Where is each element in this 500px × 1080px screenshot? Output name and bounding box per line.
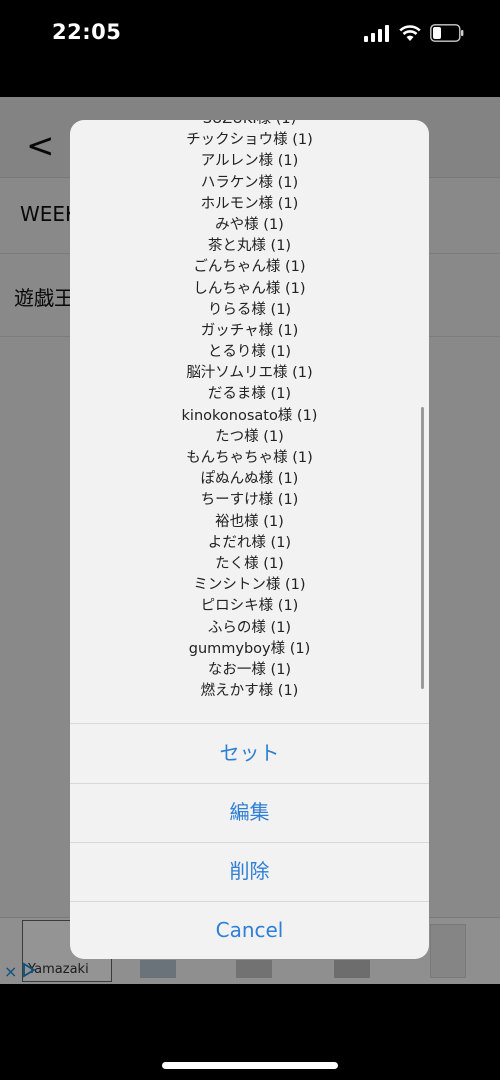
battery-icon	[430, 24, 464, 42]
edit-button[interactable]: 編集	[70, 783, 429, 843]
name-list-item: たく様 (1)	[215, 555, 284, 572]
name-list-item: よだれ様 (1)	[207, 534, 292, 551]
home-indicator[interactable]	[162, 1062, 338, 1069]
name-list-item: ハラケン様 (1)	[200, 174, 299, 191]
name-list-item: たつ様 (1)	[215, 428, 284, 445]
name-list-item: ホルモン様 (1)	[200, 195, 299, 212]
name-list-item: 燃えかす様 (1)	[200, 683, 299, 700]
name-list-item: とるり様 (1)	[207, 344, 292, 361]
status-time: 22:05	[52, 20, 122, 44]
status-bar: 22:05	[0, 0, 500, 70]
name-list-item: 茶と丸様 (1)	[207, 238, 292, 255]
wifi-icon	[399, 25, 421, 41]
name-list-item: ピロシキ様 (1)	[200, 598, 299, 615]
name-list-item: アルレン様 (1)	[200, 153, 299, 170]
name-list-item: もんちゃちゃ様 (1)	[186, 450, 313, 466]
name-list-item: ぽぬんぬ様 (1)	[200, 471, 299, 488]
scroll-indicator[interactable]	[421, 407, 424, 689]
name-list-item: kinokonosato様 (1)	[181, 407, 318, 424]
name-list-item: ミンシトン様 (1)	[193, 577, 306, 594]
delete-button[interactable]: 削除	[70, 842, 429, 902]
name-list-item: チックショウ様 (1)	[186, 132, 313, 149]
name-list-item: なお一様 (1)	[207, 661, 292, 678]
name-list-item: ごんちゃん様 (1)	[193, 259, 306, 276]
set-button[interactable]: セット	[70, 724, 429, 784]
name-list-item: ふらの様 (1)	[207, 619, 292, 636]
name-list-item: ちーすけ様 (1)	[200, 492, 299, 509]
action-sheet: SUZUKI様 (1) チックショウ様 (1) アルレン様 (1) ハラケン様 (1)…	[70, 120, 429, 959]
name-list-item: だるま様 (1)	[207, 386, 292, 403]
name-list-item: ガッチャ様 (1)	[200, 322, 299, 339]
name-list-item: SUZUKI様 (1)	[70, 120, 429, 130]
name-list-item: 脳汁ソムリエ様 (1)	[186, 365, 313, 382]
name-list-item: しんちゃん様 (1)	[193, 280, 306, 297]
name-list-item: りらる様 (1)	[207, 301, 292, 318]
supporter-name-list: SUZUKI様 (1) チックショウ様 (1) アルレン様 (1) ハラケン様 (1)…	[70, 120, 429, 702]
cancel-button[interactable]: Cancel	[70, 901, 429, 959]
action-sheet-message[interactable]: SUZUKI様 (1) チックショウ様 (1) アルレン様 (1) ハラケン様 (1)…	[70, 120, 429, 724]
name-list-item: gummyboy様 (1)	[188, 640, 311, 657]
name-list-item: みや様 (1)	[215, 216, 284, 233]
name-list-item: 裕也様 (1)	[215, 513, 284, 530]
cellular-signal-icon	[364, 25, 389, 42]
